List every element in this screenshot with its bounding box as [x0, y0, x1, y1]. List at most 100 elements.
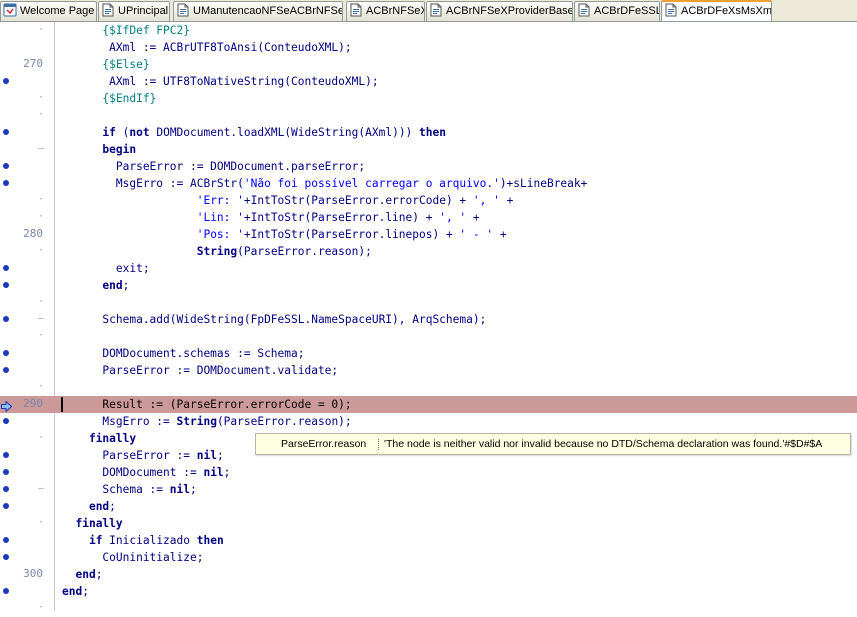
code-line[interactable]: MsgErro := String(ParseError.reason);	[0, 413, 857, 430]
gutter-cell[interactable]	[0, 532, 54, 549]
tab-acbrdfessl[interactable]: ACBrDFeSSL	[574, 1, 660, 21]
gutter-cell[interactable]	[0, 464, 54, 481]
gutter-cell[interactable]	[0, 362, 54, 379]
code-line[interactable]: if Inicializado then	[0, 532, 857, 549]
gutter-cell[interactable]: ·	[0, 328, 54, 345]
code-line[interactable]: exit;	[0, 260, 857, 277]
code-line[interactable]: · {$IfDef FPC2}	[0, 22, 857, 39]
breakpoint-dot-icon[interactable]	[3, 469, 9, 475]
gutter-cell[interactable]: ·	[0, 600, 54, 617]
code-line[interactable]: ·	[0, 107, 857, 124]
code-token: DOMDocument.loadXML(WideString(AXml)))	[149, 126, 420, 139]
gutter-cell[interactable]: ·	[0, 243, 54, 260]
code-line[interactable]: ParseError := DOMDocument.parseError;	[0, 158, 857, 175]
tab-uprincipal[interactable]: UPrincipal	[98, 1, 170, 21]
code-line[interactable]: · finally	[0, 515, 857, 532]
code-line[interactable]: · 'Lin: '+IntToStr(ParseError.line) + ',…	[0, 209, 857, 226]
code-line[interactable]: 270 {$Else}	[0, 56, 857, 73]
breakpoint-dot-icon[interactable]	[3, 180, 9, 186]
gutter-cell[interactable]: ·	[0, 379, 54, 396]
breakpoint-dot-icon[interactable]	[3, 316, 9, 322]
tab-label: Welcome Page	[20, 5, 95, 18]
code-line[interactable]: – Schema.add(WideString(FpDFeSSL.NameSpa…	[0, 311, 857, 328]
breakpoint-dot-icon[interactable]	[3, 78, 9, 84]
breakpoint-dot-icon[interactable]	[3, 129, 9, 135]
gutter-cell[interactable]: ·	[0, 294, 54, 311]
code-line[interactable]: – begin	[0, 141, 857, 158]
gutter-cell[interactable]: ·	[0, 430, 54, 447]
gutter-cell[interactable]	[0, 447, 54, 464]
code-line[interactable]: AXml := ACBrUTF8ToAnsi(ConteudoXML);	[0, 39, 857, 56]
tab-welcome page[interactable]: Welcome Page	[0, 1, 97, 21]
gutter-cell[interactable]	[0, 413, 54, 430]
code-line[interactable]: MsgErro := ACBrStr('Não foi possível car…	[0, 175, 857, 192]
breakpoint-dot-icon[interactable]	[3, 554, 9, 560]
gutter-cell[interactable]	[0, 39, 54, 56]
tab-label: UPrincipal	[118, 5, 169, 18]
code-line[interactable]: · {$EndIf}	[0, 90, 857, 107]
execution-point-line[interactable]: 290 Result := (ParseError.errorCode = 0)…	[0, 396, 857, 413]
unit-file-icon	[577, 3, 591, 17]
gutter-cell[interactable]: 290	[0, 396, 54, 413]
code-line[interactable]: DOMDocument := nil;	[0, 464, 857, 481]
breakpoint-dot-icon[interactable]	[3, 452, 9, 458]
code-line[interactable]: · String(ParseError.reason);	[0, 243, 857, 260]
code-text: begin	[62, 141, 136, 158]
code-line[interactable]: ·	[0, 600, 857, 617]
gutter-cell[interactable]	[0, 583, 54, 600]
gutter-cell[interactable]: –	[0, 141, 54, 158]
gutter-cell[interactable]	[0, 158, 54, 175]
breakpoint-dot-icon[interactable]	[3, 503, 9, 509]
code-line[interactable]: end;	[0, 277, 857, 294]
tab-acbrdfexsmsxml[interactable]: ACBrDFeXsMsXml	[661, 0, 772, 21]
gutter-cell[interactable]	[0, 345, 54, 362]
breakpoint-dot-icon[interactable]	[3, 367, 9, 373]
gutter-cell[interactable]	[0, 549, 54, 566]
breakpoint-dot-icon[interactable]	[3, 486, 9, 492]
breakpoint-dot-icon[interactable]	[3, 418, 9, 424]
gutter-cell[interactable]: 280	[0, 226, 54, 243]
gutter-cell[interactable]: ·	[0, 192, 54, 209]
gutter-cell[interactable]: ·	[0, 515, 54, 532]
gutter-tick-mark: ·	[37, 245, 45, 256]
breakpoint-dot-icon[interactable]	[3, 163, 9, 169]
code-line[interactable]: if (not DOMDocument.loadXML(WideString(A…	[0, 124, 857, 141]
code-line[interactable]: 280 'Pos: '+IntToStr(ParseError.linepos)…	[0, 226, 857, 243]
breakpoint-dot-icon[interactable]	[3, 537, 9, 543]
code-line[interactable]: DOMDocument.schemas := Schema;	[0, 345, 857, 362]
breakpoint-dot-icon[interactable]	[3, 350, 9, 356]
code-line[interactable]: AXml := UTF8ToNativeString(ConteudoXML);	[0, 73, 857, 90]
gutter-cell[interactable]: ·	[0, 22, 54, 39]
code-line[interactable]: – Schema := nil;	[0, 481, 857, 498]
gutter-cell[interactable]: 300	[0, 566, 54, 583]
keyword-token: if	[88, 534, 103, 547]
gutter-cell[interactable]	[0, 73, 54, 90]
code-line[interactable]: end;	[0, 583, 857, 600]
gutter-cell[interactable]	[0, 277, 54, 294]
gutter-cell[interactable]: 270	[0, 56, 54, 73]
code-line[interactable]: ·	[0, 379, 857, 396]
code-line[interactable]: · 'Err: '+IntToStr(ParseError.errorCode)…	[0, 192, 857, 209]
code-token: ParseError := DOMDocument.parseError;	[62, 160, 366, 173]
code-line[interactable]: ParseError := DOMDocument.validate;	[0, 362, 857, 379]
gutter-cell[interactable]	[0, 260, 54, 277]
code-line[interactable]: ·	[0, 328, 857, 345]
breakpoint-dot-icon[interactable]	[3, 282, 9, 288]
gutter-cell[interactable]	[0, 124, 54, 141]
gutter-cell[interactable]: ·	[0, 107, 54, 124]
code-line[interactable]: ·	[0, 294, 857, 311]
tab-umanutencaonfseacbrnfsex[interactable]: UManutencaoNFSeACBrNFSeX	[173, 1, 343, 21]
breakpoint-dot-icon[interactable]	[3, 265, 9, 271]
tab-acbrnfsex[interactable]: ACBrNFSeX	[346, 1, 425, 21]
gutter-cell[interactable]: –	[0, 481, 54, 498]
gutter-cell[interactable]: –	[0, 311, 54, 328]
gutter-cell[interactable]	[0, 498, 54, 515]
gutter-cell[interactable]: ·	[0, 209, 54, 226]
tab-acbrnfsexproviderbase[interactable]: ACBrNFSeXProviderBase	[426, 1, 573, 21]
code-line[interactable]: CoUninitialize;	[0, 549, 857, 566]
code-line[interactable]: 300 end;	[0, 566, 857, 583]
breakpoint-dot-icon[interactable]	[3, 588, 9, 594]
gutter-cell[interactable]: ·	[0, 90, 54, 107]
gutter-cell[interactable]	[0, 175, 54, 192]
code-line[interactable]: end;	[0, 498, 857, 515]
